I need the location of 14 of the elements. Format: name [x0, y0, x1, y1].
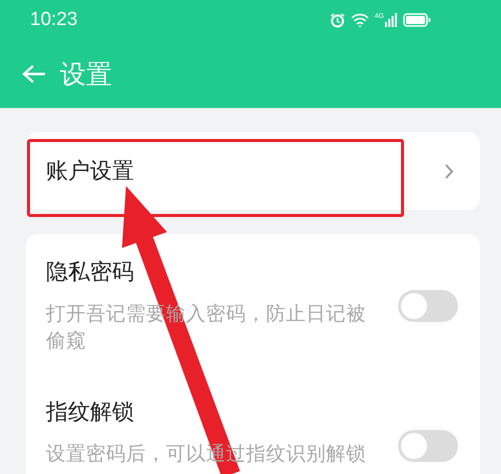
toggle-switch[interactable]: [398, 430, 458, 462]
page-title: 设置: [60, 58, 112, 92]
signal-icon: [385, 13, 397, 27]
toggle-switch[interactable]: [398, 290, 458, 322]
account-settings-row[interactable]: 账户设置: [26, 132, 480, 210]
setting-title: 隐私密码: [46, 259, 135, 287]
alarm-icon: [330, 12, 345, 28]
chevron-icon: [445, 164, 454, 178]
wifi-icon: [350, 13, 369, 27]
back-icon[interactable]: [22, 64, 46, 84]
setting-title: 指纹解锁: [46, 399, 135, 427]
battery-icon: [403, 13, 431, 27]
row-label: 账户设置: [46, 158, 134, 186]
status-time: 10:23: [30, 9, 78, 31]
